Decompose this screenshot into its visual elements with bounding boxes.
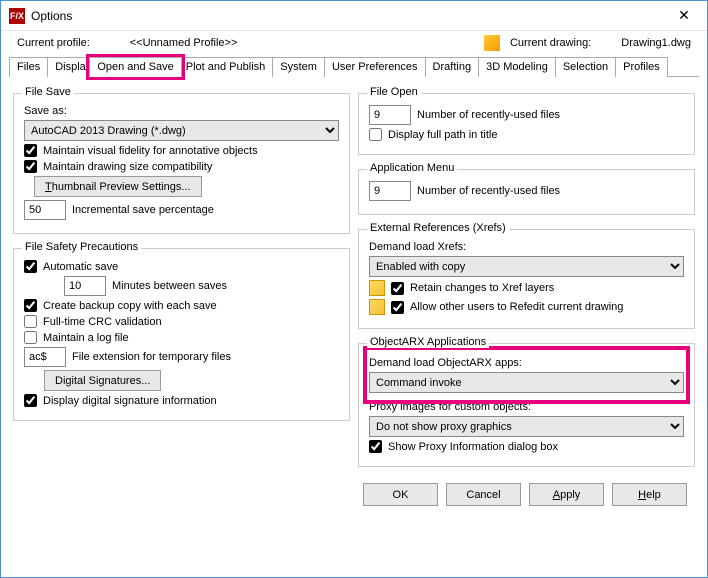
tab-3d-modeling[interactable]: 3D Modeling: [478, 57, 556, 77]
save-as-label: Save as:: [24, 105, 67, 117]
maintain-size-label: Maintain drawing size compatibility: [43, 161, 212, 173]
temp-ext-input[interactable]: [24, 347, 66, 367]
objectarx-highlight: Demand load ObjectARX apps: Command invo…: [369, 352, 684, 398]
right-column: File Open Number of recently-used files …: [358, 85, 695, 467]
demand-arx-select[interactable]: Command invoke: [369, 372, 684, 393]
temp-ext-label: File extension for temporary files: [72, 351, 231, 363]
app-menu-recent-input[interactable]: [369, 181, 411, 201]
crc-label: Full-time CRC validation: [43, 316, 162, 328]
xref-icon: [369, 280, 385, 296]
full-path-checkbox[interactable]: [369, 128, 382, 141]
tab-plot-publish[interactable]: Plot and Publish: [173, 57, 274, 77]
incremental-save-input[interactable]: [24, 200, 66, 220]
tabs: Files Display Open and Save Plot and Pub…: [9, 57, 699, 77]
xrefs-title: External References (Xrefs): [367, 222, 509, 234]
digital-signatures-button[interactable]: Digital Signatures...: [44, 370, 161, 391]
file-save-group: File Save Save as: AutoCAD 2013 Drawing …: [13, 93, 350, 234]
file-open-recent-label: Number of recently-used files: [417, 109, 560, 121]
backup-label: Create backup copy with each save: [43, 300, 217, 312]
ok-button[interactable]: OK: [363, 483, 438, 506]
retain-xref-label: Retain changes to Xref layers: [410, 282, 554, 294]
minutes-input[interactable]: [64, 276, 106, 296]
current-drawing-value: Drawing1.dwg: [621, 37, 691, 49]
log-label: Maintain a log file: [43, 332, 129, 344]
current-profile-label: Current profile:: [17, 37, 90, 49]
current-drawing-label: Current drawing:: [510, 37, 591, 49]
profile-row: Current profile: <<Unnamed Profile>> Cur…: [1, 31, 707, 57]
app-icon: F/X: [9, 8, 25, 24]
retain-xref-checkbox[interactable]: [391, 282, 404, 295]
proxy-images-label: Proxy images for custom objects:: [369, 401, 531, 413]
content: File Save Save as: AutoCAD 2013 Drawing …: [1, 77, 707, 475]
file-open-title: File Open: [367, 86, 421, 98]
backup-checkbox[interactable]: [24, 299, 37, 312]
full-path-label: Display full path in title: [388, 129, 497, 141]
demand-xrefs-select[interactable]: Enabled with copy: [369, 256, 684, 277]
demand-xrefs-label: Demand load Xrefs:: [369, 241, 466, 253]
display-sig-label: Display digital signature information: [43, 395, 217, 407]
close-button[interactable]: ✕: [669, 1, 699, 31]
maintain-size-checkbox[interactable]: [24, 160, 37, 173]
incremental-save-label: Incremental save percentage: [72, 204, 214, 216]
thumbnail-preview-button[interactable]: Thumbnail Preview Settings...: [34, 176, 202, 197]
show-proxy-checkbox[interactable]: [369, 440, 382, 453]
show-proxy-label: Show Proxy Information dialog box: [388, 441, 558, 453]
titlebar: F/X Options ✕: [1, 1, 707, 31]
proxy-images-select[interactable]: Do not show proxy graphics: [369, 416, 684, 437]
file-safety-title: File Safety Precautions: [22, 241, 141, 253]
file-save-title: File Save: [22, 86, 74, 98]
current-profile-value: <<Unnamed Profile>>: [130, 37, 238, 49]
app-menu-group: Application Menu Number of recently-used…: [358, 169, 695, 215]
demand-arx-label: Demand load ObjectARX apps:: [369, 357, 522, 369]
objectarx-title: ObjectARX Applications: [367, 336, 489, 348]
tab-files[interactable]: Files: [9, 57, 48, 77]
maintain-visual-checkbox[interactable]: [24, 144, 37, 157]
file-safety-group: File Safety Precautions Automatic save M…: [13, 248, 350, 421]
minutes-label: Minutes between saves: [112, 280, 227, 292]
help-button[interactable]: Help: [612, 483, 687, 506]
log-checkbox[interactable]: [24, 331, 37, 344]
options-dialog: F/X Options ✕ Current profile: <<Unnamed…: [0, 0, 708, 578]
left-column: File Save Save as: AutoCAD 2013 Drawing …: [13, 85, 350, 467]
maintain-visual-label: Maintain visual fidelity for annotative …: [43, 145, 258, 157]
tab-selection[interactable]: Selection: [555, 57, 616, 77]
tab-profiles[interactable]: Profiles: [615, 57, 668, 77]
file-open-group: File Open Number of recently-used files …: [358, 93, 695, 155]
window-title: Options: [31, 9, 669, 23]
xref-icon: [369, 299, 385, 315]
xrefs-group: External References (Xrefs) Demand load …: [358, 229, 695, 329]
app-menu-recent-label: Number of recently-used files: [417, 185, 560, 197]
display-sig-checkbox[interactable]: [24, 394, 37, 407]
app-menu-title: Application Menu: [367, 162, 457, 174]
objectarx-group: ObjectARX Applications Demand load Objec…: [358, 343, 695, 467]
allow-refedit-label: Allow other users to Refedit current dra…: [410, 301, 623, 313]
tab-open-and-save[interactable]: Open and Save: [89, 57, 181, 77]
save-as-select[interactable]: AutoCAD 2013 Drawing (*.dwg): [24, 120, 339, 141]
allow-refedit-checkbox[interactable]: [391, 301, 404, 314]
crc-checkbox[interactable]: [24, 315, 37, 328]
auto-save-checkbox[interactable]: [24, 260, 37, 273]
dialog-buttons: OK Cancel Apply Help: [1, 475, 707, 518]
apply-button[interactable]: Apply: [529, 483, 604, 506]
cancel-button[interactable]: Cancel: [446, 483, 521, 506]
tab-user-preferences[interactable]: User Preferences: [324, 57, 426, 77]
drawing-icon: [484, 35, 500, 51]
auto-save-label: Automatic save: [43, 261, 118, 273]
file-open-recent-input[interactable]: [369, 105, 411, 125]
tab-system[interactable]: System: [272, 57, 325, 77]
tab-drafting[interactable]: Drafting: [425, 57, 480, 77]
